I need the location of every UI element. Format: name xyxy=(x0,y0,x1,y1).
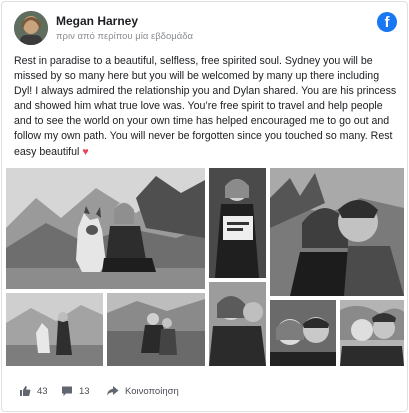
photo-couple-with-dog[interactable] xyxy=(6,293,103,366)
author-name[interactable]: Megan Harney xyxy=(56,14,138,28)
heart-emoji: ♥ xyxy=(82,145,89,158)
facebook-post-card: Megan Harney πριν από περίπου μία εβδομά… xyxy=(1,1,408,412)
photo-woman-with-dog-mountains[interactable] xyxy=(6,168,205,289)
avatar[interactable] xyxy=(14,11,48,45)
photo-collage[interactable] xyxy=(6,168,404,366)
photo-graffiti-selfie[interactable] xyxy=(340,300,404,366)
post-actions-bar: 43 13 Κοινοποίηση xyxy=(14,383,394,399)
likes-count[interactable]: 43 xyxy=(37,386,48,397)
comment-icon[interactable] xyxy=(61,385,73,397)
share-arrow-icon[interactable] xyxy=(106,385,119,397)
comments-count[interactable]: 13 xyxy=(79,386,90,397)
post-header: Megan Harney πριν από περίπου μία εβδομά… xyxy=(14,11,397,45)
photo-couple-selfie-left[interactable] xyxy=(209,282,266,366)
photo-couple-smiling[interactable] xyxy=(270,300,336,366)
post-body: Rest in paradise to a beautiful, selfles… xyxy=(14,54,398,160)
photo-couple-kissing[interactable] xyxy=(270,168,404,296)
post-text: Rest in paradise to a beautiful, selfles… xyxy=(14,55,397,158)
share-action[interactable]: Κοινοποίηση xyxy=(106,383,179,399)
thumbs-up-icon[interactable] xyxy=(19,385,31,397)
share-label[interactable]: Κοινοποίηση xyxy=(125,386,179,397)
like-action[interactable]: 43 xyxy=(19,383,48,399)
post-timestamp[interactable]: πριν από περίπου μία εβδομάδα xyxy=(56,31,193,42)
facebook-icon[interactable]: f xyxy=(377,12,397,32)
photo-couple-by-lake[interactable] xyxy=(107,293,205,366)
photo-woman-with-sign[interactable] xyxy=(209,168,266,278)
comment-action[interactable]: 13 xyxy=(61,383,90,399)
